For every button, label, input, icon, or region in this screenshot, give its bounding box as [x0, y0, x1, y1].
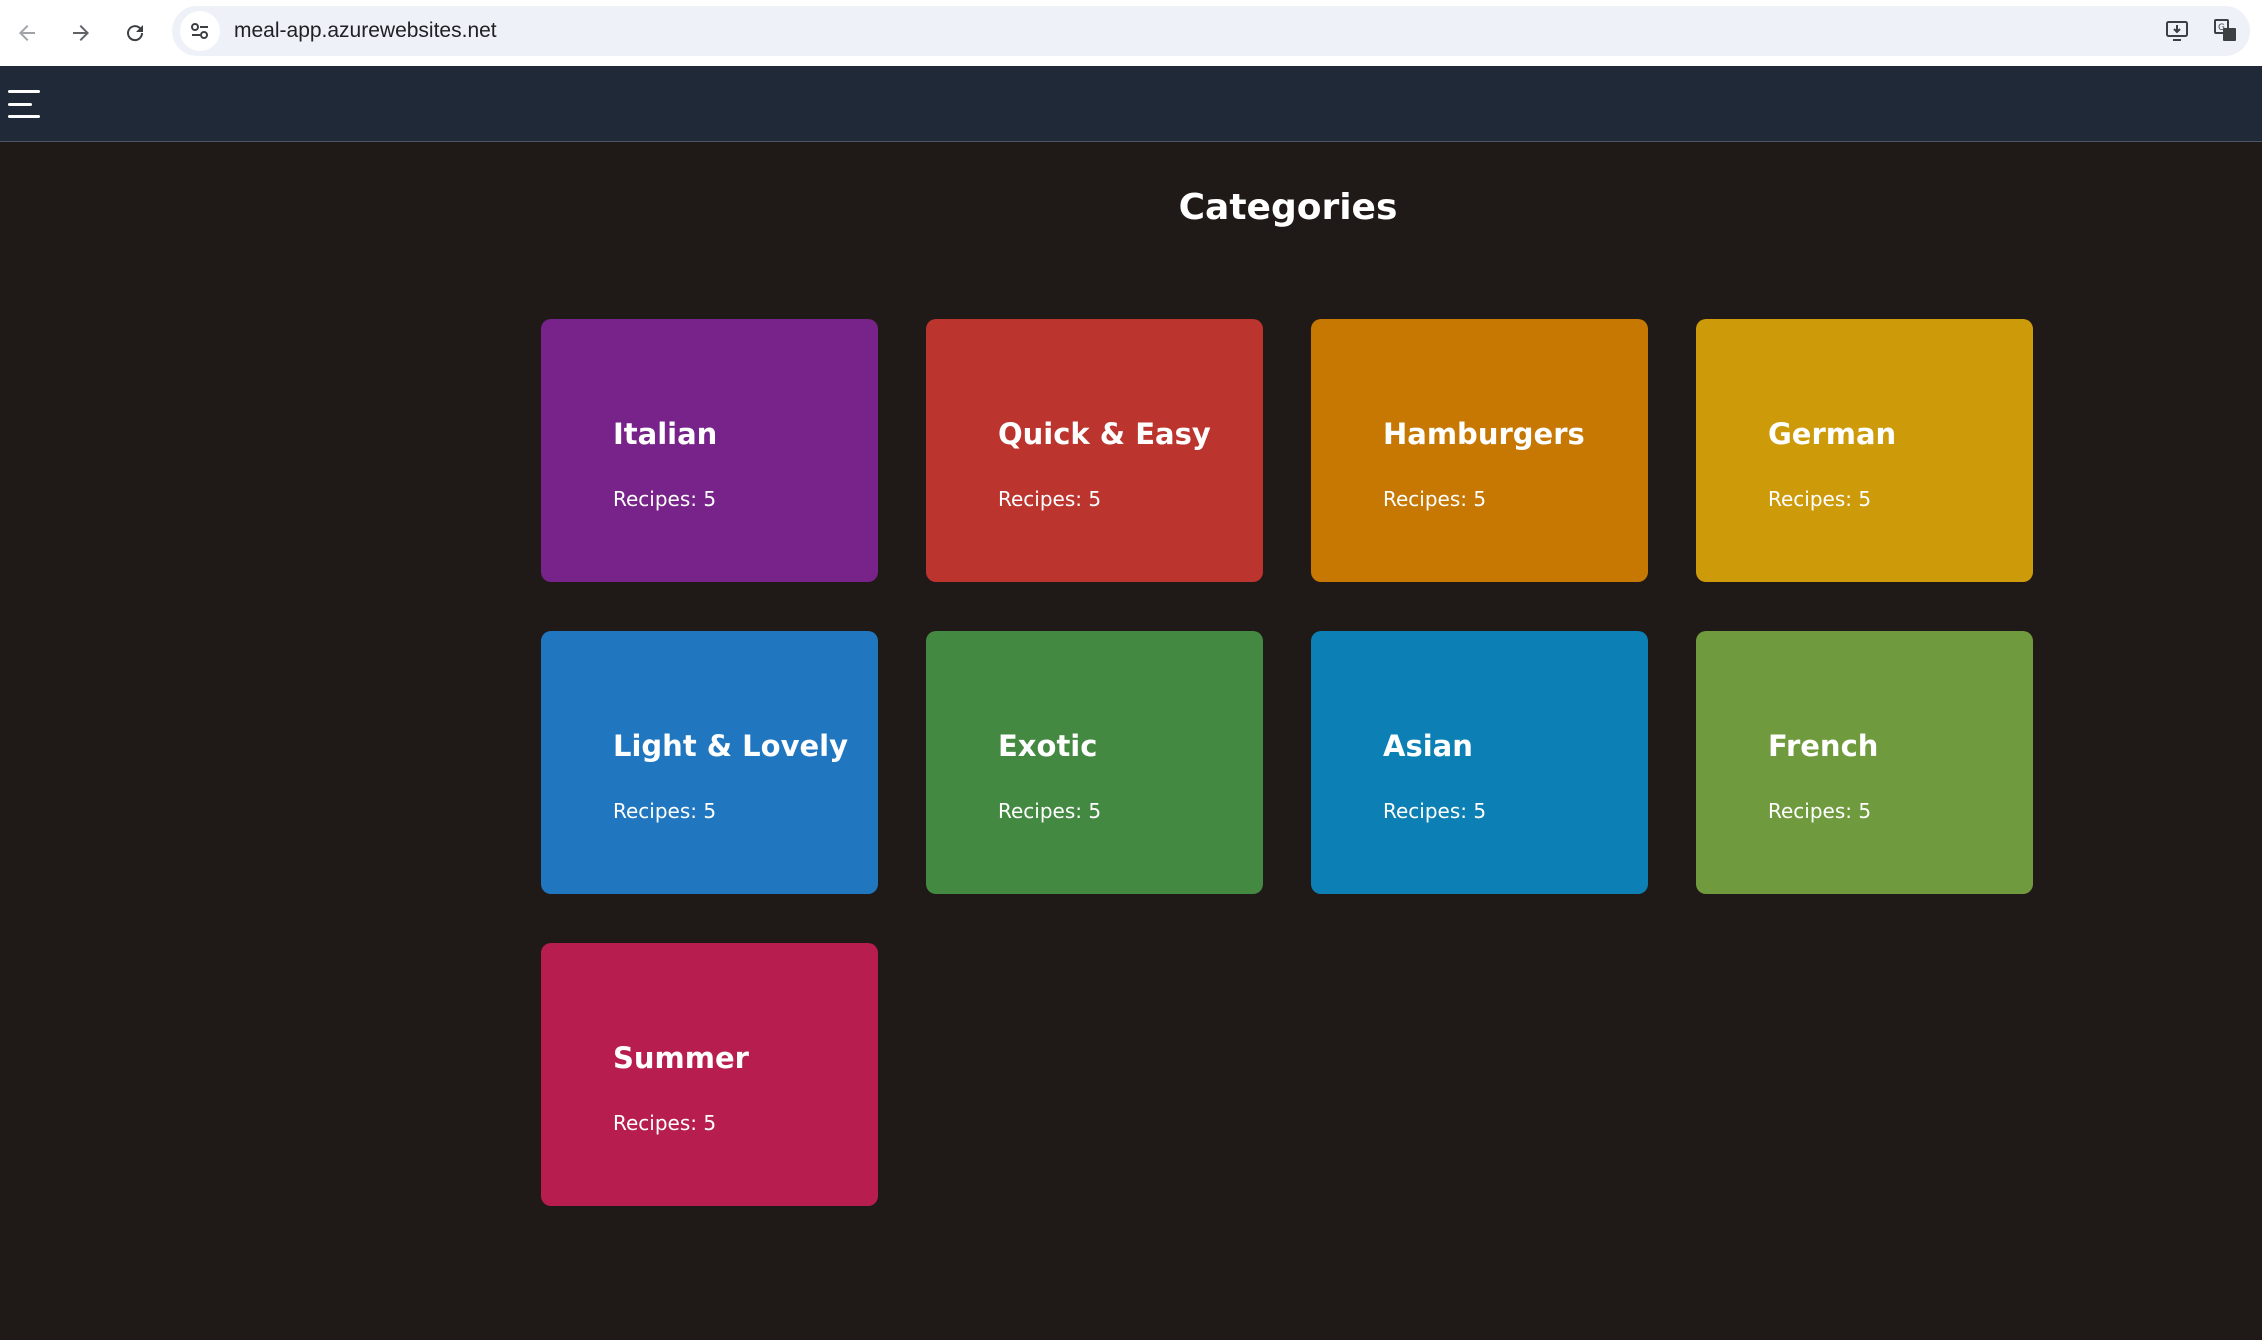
category-title: Light & Lovely — [613, 729, 848, 763]
omnibox-actions: G — [2154, 6, 2250, 56]
recipe-count: Recipes: 5 — [613, 487, 717, 511]
hamburger-menu-icon[interactable] — [8, 86, 44, 122]
recipe-count: Recipes: 5 — [998, 799, 1102, 823]
menu-line — [8, 102, 32, 106]
category-title: Quick & Easy — [998, 417, 1211, 451]
app-header — [0, 66, 2262, 142]
recipe-count: Recipes: 5 — [1383, 799, 1487, 823]
category-card[interactable]: German Recipes: 5 — [1696, 319, 2033, 582]
category-card[interactable]: Light & Lovely Recipes: 5 — [541, 631, 878, 894]
svg-text:G: G — [2218, 23, 2225, 33]
recipe-count: Recipes: 5 — [1768, 487, 1872, 511]
reload-icon[interactable] — [108, 6, 162, 60]
category-title: Italian — [613, 417, 718, 451]
category-card[interactable]: Quick & Easy Recipes: 5 — [926, 319, 1263, 582]
main-content: Categories Italian Recipes: 5 Quick & Easy… — [0, 143, 2262, 1340]
category-title: German — [1768, 417, 1897, 451]
arrow-right-icon[interactable] — [54, 6, 108, 60]
recipe-count: Recipes: 5 — [613, 799, 717, 823]
menu-line — [8, 115, 40, 118]
url-text[interactable]: meal-app.azurewebsites.net — [234, 19, 497, 43]
recipe-count: Recipes: 5 — [613, 1111, 717, 1135]
recipe-count: Recipes: 5 — [998, 487, 1102, 511]
recipe-count: Recipes: 5 — [1383, 487, 1487, 511]
translate-icon[interactable]: G — [2202, 7, 2250, 55]
category-card[interactable]: Summer Recipes: 5 — [541, 943, 878, 1206]
browser-toolbar: meal-app.azurewebsites.net G — [0, 0, 2262, 66]
category-title: Summer — [613, 1041, 749, 1075]
category-card[interactable]: Exotic Recipes: 5 — [926, 631, 1263, 894]
tune-icon[interactable] — [180, 11, 220, 51]
arrow-left-icon[interactable] — [0, 6, 54, 60]
category-title: Hamburgers — [1383, 417, 1585, 451]
install-app-icon[interactable] — [2154, 7, 2202, 55]
category-card[interactable]: Italian Recipes: 5 — [541, 319, 878, 582]
category-title: Asian — [1383, 729, 1473, 763]
category-title: French — [1768, 729, 1879, 763]
page-title: Categories — [1178, 187, 1398, 228]
address-bar[interactable]: meal-app.azurewebsites.net G — [172, 6, 2250, 56]
menu-line — [8, 90, 40, 93]
category-card[interactable]: French Recipes: 5 — [1696, 631, 2033, 894]
category-grid: Italian Recipes: 5 Quick & Easy Recipes: 5H… — [541, 319, 2035, 1206]
category-title: Exotic — [998, 729, 1098, 763]
category-card[interactable]: Asian Recipes: 5 — [1311, 631, 1648, 894]
recipe-count: Recipes: 5 — [1768, 799, 1872, 823]
category-card[interactable]: Hamburgers Recipes: 5 — [1311, 319, 1648, 582]
